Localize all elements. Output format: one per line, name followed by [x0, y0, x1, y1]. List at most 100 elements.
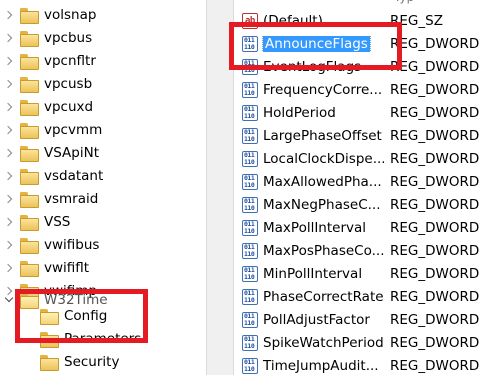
tree-item-vpcusb[interactable]: vpcusb [4, 72, 92, 95]
value-row[interactable]: 011 110 MaxNegPhaseC... REG_DWORD [234, 193, 495, 216]
value-type: REG_DWORD [390, 173, 480, 190]
chevron-right-icon[interactable] [4, 10, 14, 20]
tree-item-vpcuxd[interactable]: vpcuxd [4, 95, 93, 118]
value-name-cell: 011 110 MaxAllowedPha... [234, 173, 384, 190]
tree-item-label: volsnap [44, 6, 97, 23]
dword-value-icon: 011 110 [242, 104, 258, 121]
value-name-cell: 011 110 MaxPollInterval [234, 219, 384, 236]
folder-icon [20, 53, 39, 70]
highlight-box-announceflags [229, 22, 402, 70]
value-name-cell: 011 110 PhaseCorrectRate [234, 288, 384, 305]
folder-icon [20, 260, 39, 277]
tree-item-vwifibus[interactable]: vwifibus [4, 233, 99, 256]
value-type: REG_DWORD [390, 150, 480, 167]
tree-item-label: vwifibus [44, 236, 100, 253]
value-row[interactable]: 011 110 FrequencyCorre... REG_DWORD [234, 78, 495, 101]
value-name: MaxPollInterval [263, 219, 367, 236]
value-name-cell: 011 110 FrequencyCorre... [234, 81, 384, 98]
value-name-cell: 011 110 PollAdjustFactor [234, 311, 384, 328]
dword-value-icon: 011 110 [242, 357, 258, 374]
value-type: REG_DWORD [390, 219, 480, 236]
folder-icon [20, 7, 39, 24]
value-type: REG_DWORD [390, 81, 480, 98]
dword-value-icon: 011 110 [242, 196, 258, 213]
value-name-cell: 011 110 TimeJumpAudit... [234, 357, 384, 374]
tree-item-vpcbus[interactable]: vpcbus [4, 26, 92, 49]
value-row[interactable]: 011 110 MinPollInterval REG_DWORD [234, 262, 495, 285]
dword-value-icon: 011 110 [242, 150, 258, 167]
highlight-box-config-key [15, 289, 148, 343]
chevron-right-icon[interactable] [4, 148, 14, 158]
value-name-cell: 011 110 MaxNegPhaseC... [234, 196, 384, 213]
value-name-cell: 011 110 MinPollInterval [234, 265, 384, 282]
tree-item-vwififlt[interactable]: vwififlt [4, 256, 89, 279]
value-row[interactable]: 011 110 MaxPollInterval REG_DWORD [234, 216, 495, 239]
value-name-cell: 011 110 LargePhaseOffset [234, 127, 384, 144]
tree-item-label: vpcvmm [44, 121, 103, 138]
value-name: HoldPeriod [263, 104, 336, 121]
value-type: REG_DWORD [390, 242, 480, 259]
value-name-cell: 011 110 HoldPeriod [234, 104, 384, 121]
value-type: REG_DWORD [390, 265, 480, 282]
dword-value-icon: 011 110 [242, 173, 258, 190]
value-name: SpikeWatchPeriod [263, 334, 384, 351]
tree-item-volsnap[interactable]: volsnap [4, 3, 96, 26]
folder-icon [20, 30, 39, 47]
tree-item-vsmraid[interactable]: vsmraid [4, 187, 98, 210]
value-name: PhaseCorrectRate [263, 288, 384, 305]
tree-item-label: vwififlt [44, 259, 90, 276]
chevron-right-icon[interactable] [4, 217, 14, 227]
folder-icon [20, 191, 39, 208]
value-name-cell: 011 110 MaxPosPhaseCo... [234, 242, 384, 259]
value-type: REG_DWORD [390, 334, 480, 351]
value-type: REG_DWORD [390, 288, 480, 305]
value-name: MaxAllowedPha... [263, 173, 382, 190]
chevron-right-icon[interactable] [4, 194, 14, 204]
chevron-down-icon[interactable] [4, 295, 14, 305]
tree-item-label: VSApiNt [44, 144, 100, 161]
chevron-right-icon[interactable] [4, 33, 14, 43]
value-row[interactable]: 011 110 TimeJumpAudit... REG_DWORD [234, 354, 495, 375]
folder-icon [20, 145, 39, 162]
tree-item-vpcvmm[interactable]: vpcvmm [4, 118, 102, 141]
chevron-right-icon[interactable] [4, 56, 14, 66]
tree-item-label: vpcusb [44, 75, 93, 92]
chevron-right-icon[interactable] [4, 240, 14, 250]
value-row[interactable]: 011 110 SpikeWatchPeriod REG_DWORD [234, 331, 495, 354]
folder-icon [20, 168, 39, 185]
value-row[interactable]: 011 110 MaxPosPhaseCo... REG_DWORD [234, 239, 495, 262]
tree-item-security[interactable]: Security [24, 350, 119, 373]
tree-item-vss[interactable]: VSS [4, 210, 70, 233]
value-name: LargePhaseOffset [263, 127, 382, 144]
folder-icon [40, 354, 59, 371]
value-row[interactable]: 011 110 PhaseCorrectRate REG_DWORD [234, 285, 495, 308]
value-row[interactable]: 011 110 LargePhaseOffset REG_DWORD [234, 124, 495, 147]
dword-value-icon: 011 110 [242, 311, 258, 328]
value-type: REG_DWORD [390, 127, 480, 144]
chevron-right-icon[interactable] [4, 125, 14, 135]
value-row[interactable]: 011 110 LocalClockDispe... REG_DWORD [234, 147, 495, 170]
tree-item-vsdatant[interactable]: vsdatant [4, 164, 103, 187]
tree-item-vpcnfltr[interactable]: vpcnfltr [4, 49, 96, 72]
tree-item-label: vpcnfltr [44, 52, 96, 69]
value-name-cell: 011 110 SpikeWatchPeriod [234, 334, 384, 351]
value-name: LocalClockDispe... [263, 150, 384, 167]
chevron-right-icon[interactable] [4, 263, 14, 273]
value-name: TimeJumpAudit... [263, 357, 379, 374]
tree-item-vsapint[interactable]: VSApiNt [4, 141, 99, 164]
value-row[interactable]: 011 110 HoldPeriod REG_DWORD [234, 101, 495, 124]
chevron-right-icon[interactable] [4, 171, 14, 181]
value-row[interactable]: 011 110 PollAdjustFactor REG_DWORD [234, 308, 495, 331]
chevron-right-icon[interactable] [4, 102, 14, 112]
tree-item-label: vpcbus [44, 29, 93, 46]
folder-icon [20, 122, 39, 139]
tree-item-label: vpcuxd [44, 98, 94, 115]
tree-item-label: Security [64, 353, 120, 370]
value-type: REG_DWORD [390, 311, 480, 328]
folder-icon [20, 76, 39, 93]
chevron-right-icon[interactable] [4, 79, 14, 89]
dword-value-icon: 011 110 [242, 219, 258, 236]
value-name: MinPollInterval [263, 265, 363, 282]
value-row[interactable]: 011 110 MaxAllowedPha... REG_DWORD [234, 170, 495, 193]
column-header-type[interactable]: Typ [394, 0, 414, 4]
